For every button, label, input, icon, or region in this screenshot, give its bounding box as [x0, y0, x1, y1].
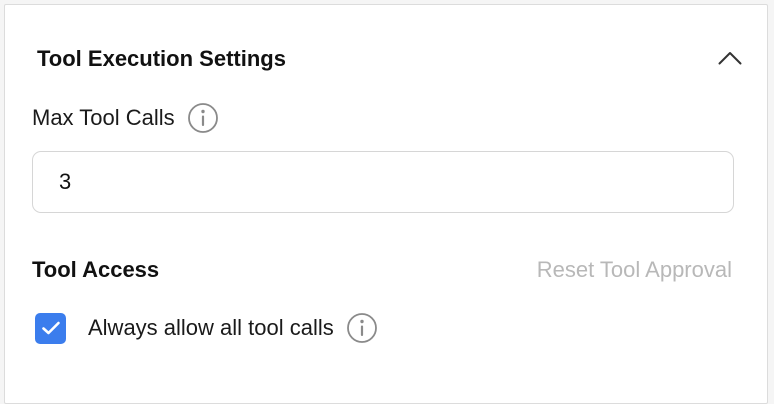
section-header[interactable]: Tool Execution Settings [37, 43, 743, 75]
info-icon[interactable] [346, 312, 378, 344]
info-icon[interactable] [187, 102, 219, 134]
always-allow-checkbox[interactable] [35, 312, 66, 344]
max-tool-calls-input[interactable] [32, 151, 734, 213]
chevron-up-icon[interactable] [717, 47, 743, 69]
tool-access-row: Tool Access Reset Tool Approval [32, 254, 734, 286]
always-allow-label: Always allow all tool calls [88, 315, 334, 340]
max-tool-calls-label: Max Tool Calls [32, 105, 175, 130]
reset-tool-approval-button[interactable]: Reset Tool Approval [537, 254, 732, 286]
checkmark-icon [41, 321, 60, 335]
max-tool-calls-label-row: Max Tool Calls [32, 102, 219, 134]
section-title: Tool Execution Settings [37, 46, 286, 71]
tool-access-title: Tool Access [32, 257, 160, 282]
always-allow-checkbox-row[interactable]: Always allow all tool calls [35, 311, 378, 345]
